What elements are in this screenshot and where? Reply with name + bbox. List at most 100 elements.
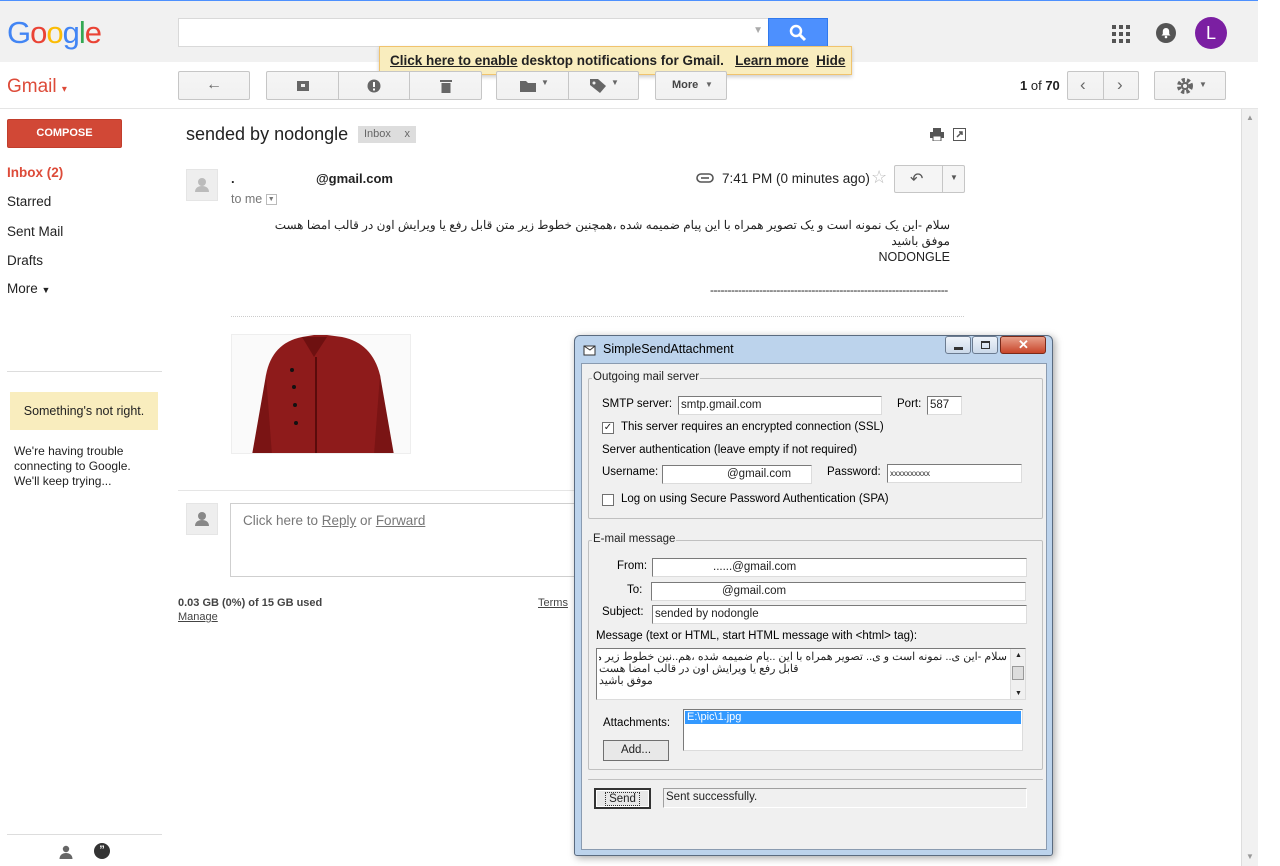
server-auth-label: Server authentication (leave empty if no… [602,444,858,456]
report-spam-button[interactable] [339,72,410,99]
attachments-list[interactable]: E:\pic\1.jpg [683,709,1023,751]
back-button[interactable]: ← [178,71,250,100]
sidebar-divider [7,371,162,372]
sidebar-item-starred[interactable]: Starred [7,194,51,209]
from-label: From: [617,560,648,572]
delete-button[interactable] [410,72,482,99]
sender-email[interactable]: @gmail.com [316,171,393,186]
chevron-right-icon: › [1117,75,1123,94]
print-icon[interactable] [930,128,944,141]
recipient-details[interactable]: to me ▼ [231,192,277,206]
dropdown-caret-icon: ▼ [611,78,619,87]
sidebar-more-label: More [7,281,38,296]
search-input[interactable]: ▼ [178,18,770,47]
contacts-person-icon[interactable] [59,845,73,859]
inbox-label-text: Inbox [364,128,391,140]
page-scrollbar[interactable]: ▲ ▼ [1241,109,1258,866]
learn-more-link[interactable]: Learn more [735,53,809,68]
quick-reply-prompt: Click here to Reply or Forward [243,513,425,528]
enable-notifications-link[interactable]: Click here to enable [390,53,518,68]
from-field[interactable]: ......@gmail.com [652,558,1027,577]
attachment-list-item[interactable]: E:\pic\1.jpg [685,711,1021,724]
sidebar-item-more[interactable]: More ▼ [7,281,50,296]
scroll-up-icon[interactable]: ▲ [1246,113,1254,122]
sidebar-item-drafts[interactable]: Drafts [7,253,43,268]
password-field[interactable]: xxxxxxxxxx [887,464,1022,483]
inbox-label-tag: Inbox x [358,126,416,143]
search-button[interactable] [768,18,828,47]
account-avatar[interactable]: L [1195,17,1227,49]
settings-button[interactable]: ▼ [1154,71,1226,100]
forward-link[interactable]: Forward [376,513,426,528]
sidebar-item-sent-mail[interactable]: Sent Mail [7,224,63,239]
new-window-icon[interactable] [953,128,966,141]
more-button-label: More [672,79,699,91]
reply-link[interactable]: Reply [322,513,357,528]
google-logo[interactable]: Google [7,15,102,51]
pager-of: of [1030,78,1042,93]
hide-notification-link[interactable]: Hide [816,53,845,68]
manage-storage-link[interactable]: Manage [178,611,218,623]
sidebar-item-inbox[interactable]: Inbox (2) [7,165,63,180]
scroll-up-icon[interactable]: ▲ [1015,650,1022,662]
reply-separator [942,166,943,192]
add-attachment-button[interactable]: Add... [603,740,669,761]
connection-warning: Something's not right. [10,392,158,430]
star-icon[interactable]: ☆ [871,167,887,188]
reply-action[interactable]: ↶ [895,166,942,192]
message-textarea[interactable]: سلام -این ی.. نمونه است و ی.. تصویر همرا… [596,648,1026,700]
attachment-thumbnail[interactable] [231,334,411,454]
minimize-button[interactable] [945,336,971,354]
smtp-server-field[interactable]: smtp.gmail.com [678,396,882,415]
message-scrollbar[interactable]: ▲ ▼ [1010,649,1025,699]
to-field[interactable]: @gmail.com [651,582,1026,601]
archive-button[interactable] [267,72,339,99]
scroll-down-icon[interactable]: ▼ [1246,852,1254,861]
sidebar-bottom-divider [7,834,162,835]
connection-warning-text: We're having trouble connecting to Googl… [14,444,131,488]
move-to-button[interactable]: ▼ [497,72,568,99]
apps-grid-icon[interactable] [1112,25,1130,43]
pager-total: 70 [1045,78,1060,93]
remove-label-icon[interactable]: x [405,126,411,143]
notifications-bell-icon[interactable] [1156,23,1176,43]
compose-button[interactable]: COMPOSE [7,119,122,148]
spa-checkbox[interactable] [602,494,614,506]
maximize-button[interactable] [972,336,998,354]
more-button[interactable]: More ▼ [655,71,727,100]
details-caret-icon: ▼ [265,194,277,206]
gmail-dropdown-icon: ▾ [61,84,67,95]
toolbar-divider [0,108,1258,109]
port-field[interactable]: 587 [927,396,962,415]
terms-link[interactable]: Terms [538,597,568,609]
notification-text: desktop notifications for Gmail. [517,53,724,68]
scroll-thumb[interactable] [1012,666,1024,680]
logo-letter: G [7,15,31,50]
gmail-menu[interactable]: Gmail ▾ [7,76,67,98]
labels-button[interactable]: ▼ [569,72,639,99]
send-button[interactable]: Send [594,788,651,809]
dropdown-caret-icon: ▼ [541,78,549,87]
search-options-caret-icon[interactable]: ▼ [753,25,763,36]
newer-button[interactable]: ‹ [1068,72,1103,99]
paperclip-icon [696,173,714,183]
reply-more-caret-icon[interactable]: ▼ [950,173,958,182]
older-button[interactable]: › [1104,72,1139,99]
message-text-line: سلام -این ی.. نمونه است و ی.. تصویر همرا… [599,651,1007,663]
subject-field[interactable]: sended by nodongle [652,605,1027,624]
ssl-checkbox[interactable]: ✓ [602,422,614,434]
send-button-label: Send [605,792,640,806]
bottom-separator [588,779,1043,780]
sender-avatar [186,169,218,201]
message-text-line: موفق باشید [599,675,653,687]
scroll-down-icon[interactable]: ▼ [1015,688,1022,699]
hangouts-icon[interactable]: ” [94,843,110,859]
minimize-icon [954,347,963,350]
close-button[interactable]: ✕ [1000,336,1046,354]
username-field[interactable]: @gmail.com [662,465,812,484]
subject-label: Subject: [602,606,644,618]
dropdown-caret-icon: ▼ [705,80,713,89]
password-label: Password: [827,466,881,478]
back-arrow-icon: ← [206,76,222,93]
dropdown-caret-icon: ▼ [1199,80,1207,89]
